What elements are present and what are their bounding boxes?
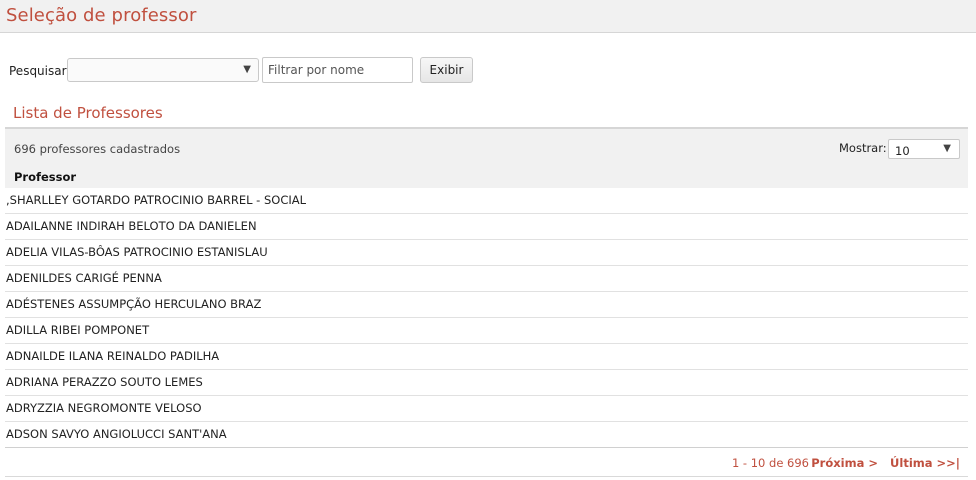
pagination: 1 - 10 de 696 Próxima > Última >>| xyxy=(5,451,968,477)
chevron-down-icon: ▼ xyxy=(943,143,951,154)
table-row[interactable]: ADELIA VILAS-BÔAS PATROCINIO ESTANISLAU xyxy=(5,240,968,266)
page-title: Seleção de professor xyxy=(6,5,197,26)
search-row: Pesquisar: ▼ Exibir xyxy=(0,57,976,85)
table-row[interactable]: ADÉSTENES ASSUMPÇÃO HERCULANO BRAZ xyxy=(5,292,968,318)
pagination-range: 1 - 10 de 696 xyxy=(731,456,809,470)
column-header-professor[interactable]: Professor xyxy=(14,170,76,184)
table-row[interactable]: ADAILANNE INDIRAH BELOTO DA DANIELEN xyxy=(5,214,968,240)
next-page-link[interactable]: Próxima > xyxy=(811,456,878,470)
list-title: Lista de Professores xyxy=(13,104,163,122)
professor-count: 696 professores cadastrados xyxy=(14,142,181,156)
list-header-panel: 696 professores cadastrados Mostrar: 10 … xyxy=(5,127,968,188)
table-row[interactable]: ,SHARLLEY GOTARDO PATROCINIO BARREL - SO… xyxy=(5,188,968,214)
page-size-value: 10 xyxy=(895,144,910,158)
table-row[interactable]: ADRYZZIA NEGROMONTE VELOSO xyxy=(5,396,968,422)
table-row[interactable]: ADENILDES CARIGÉ PENNA xyxy=(5,266,968,292)
search-label: Pesquisar: xyxy=(9,64,71,78)
chevron-down-icon: ▼ xyxy=(243,64,251,75)
last-page-link[interactable]: Última >>| xyxy=(890,456,960,470)
exibir-button[interactable]: Exibir xyxy=(420,57,473,83)
professor-list: ,SHARLLEY GOTARDO PATROCINIO BARREL - SO… xyxy=(5,188,968,448)
table-row[interactable]: ADRIANA PERAZZO SOUTO LEMES xyxy=(5,370,968,396)
page-size-select[interactable]: 10 ▼ xyxy=(888,139,960,159)
search-type-select[interactable]: ▼ xyxy=(67,58,259,82)
table-row[interactable]: ADILLA RIBEI POMPONET xyxy=(5,318,968,344)
filter-name-input[interactable] xyxy=(262,57,413,83)
table-row[interactable]: ADSON SAVYO ANGIOLUCCI SANT'ANA xyxy=(5,422,968,448)
page-size-label: Mostrar: xyxy=(839,141,887,155)
table-row[interactable]: ADNAILDE ILANA REINALDO PADILHA xyxy=(5,344,968,370)
top-bar: Seleção de professor xyxy=(0,0,976,33)
